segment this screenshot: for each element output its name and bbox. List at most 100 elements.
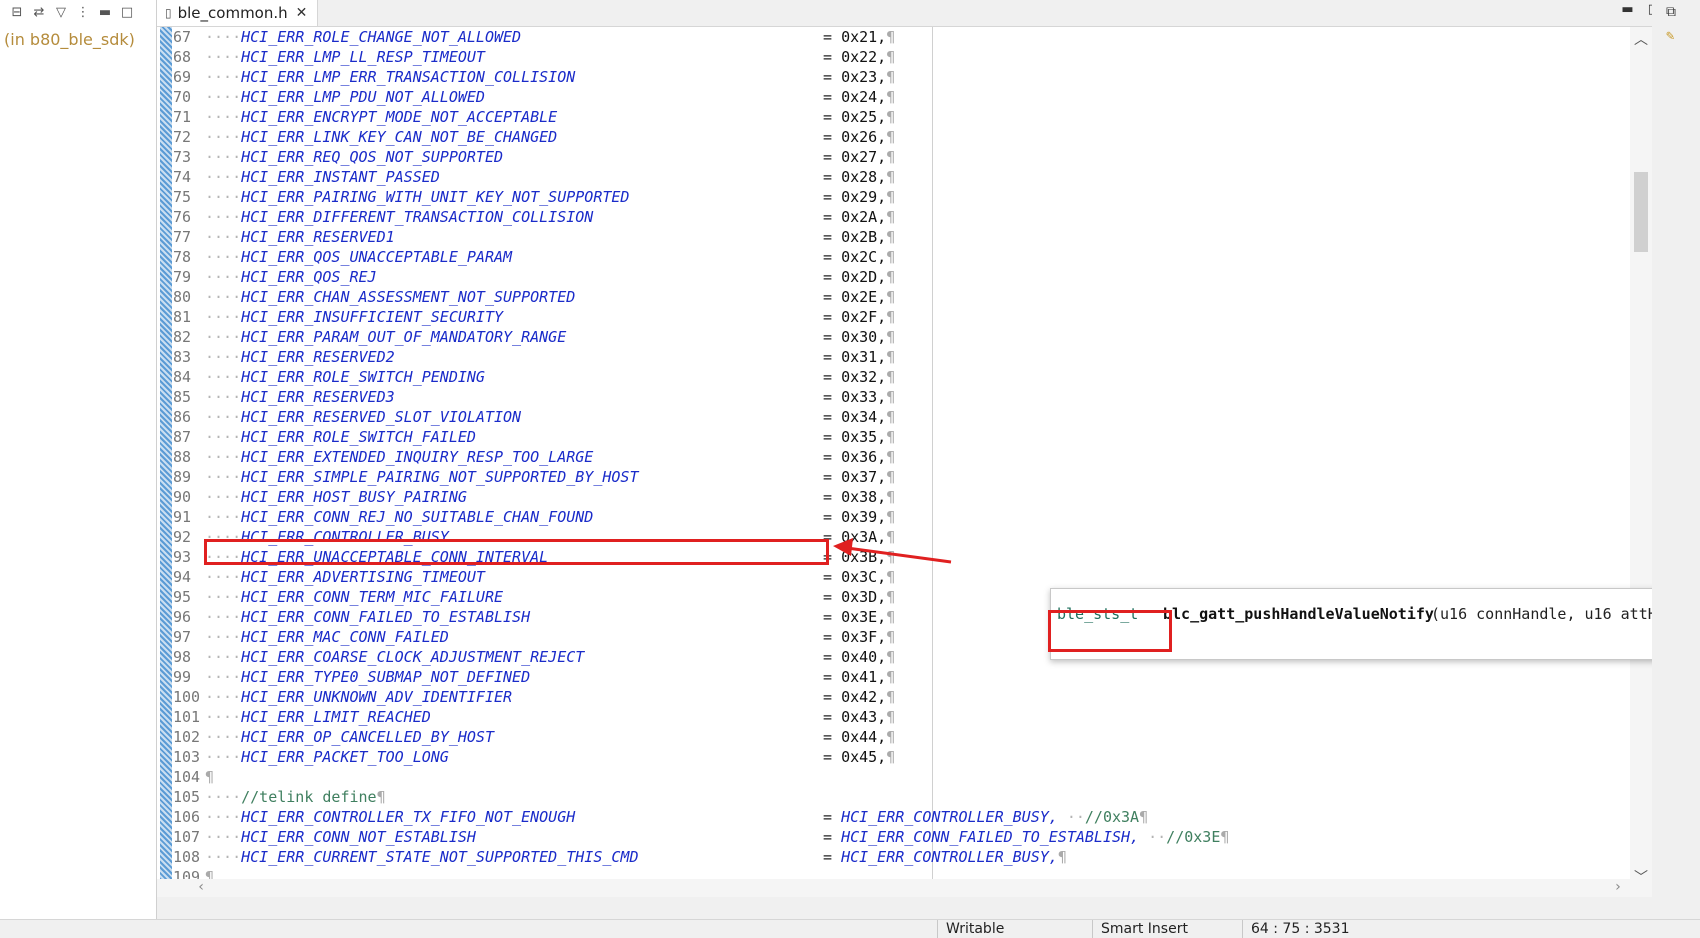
- whitespace-marker: ····: [205, 828, 242, 846]
- line-number: 82: [173, 328, 192, 346]
- whitespace-marker: ····: [205, 388, 242, 406]
- enum-assignment: = 0x41,¶: [823, 668, 896, 686]
- pilcrow-marker: ¶: [886, 368, 896, 386]
- whitespace-marker: ····: [205, 288, 242, 306]
- whitespace-marker: ····: [205, 688, 242, 706]
- code-comment: //0x3E: [1166, 828, 1221, 846]
- tab-ble-common[interactable]: ▯ ble_common.h ✕: [157, 0, 318, 26]
- code-line: 103 ····HCI_ERR_PACKET_TOO_LONG = 0x45,¶: [173, 747, 895, 767]
- pilcrow-marker: ¶: [1057, 848, 1067, 866]
- line-number: 104: [173, 768, 201, 786]
- enum-identifier: HCI_ERR_CURRENT_STATE_NOT_SUPPORTED_THIS…: [241, 848, 639, 866]
- whitespace-marker: ····: [205, 208, 242, 226]
- code-line: 85 ····HCI_ERR_RESERVED3 = 0x33,¶: [173, 387, 895, 407]
- minimize-icon[interactable]: ▬: [1621, 2, 1633, 17]
- enum-assignment: = 0x2F,¶: [823, 308, 896, 326]
- code-line: 71 ····HCI_ERR_ENCRYPT_MODE_NOT_ACCEPTABL…: [173, 107, 895, 127]
- enum-value: 0x2C,: [841, 248, 887, 266]
- line-number: 99: [173, 668, 192, 686]
- enum-assignment: = 0x40,¶: [823, 648, 896, 666]
- enum-identifier: HCI_ERR_SIMPLE_PAIRING_NOT_SUPPORTED_BY_…: [241, 468, 639, 486]
- code-line: 106 ····HCI_ERR_CONTROLLER_TX_FIFO_NOT_EN…: [173, 807, 1148, 827]
- maximize-icon[interactable]: □: [118, 5, 136, 20]
- whitespace-marker: ····: [205, 488, 242, 506]
- enum-identifier: HCI_ERR_LMP_ERR_TRANSACTION_COLLISION: [241, 68, 576, 86]
- code-line: 75 ····HCI_ERR_PAIRING_WITH_UNIT_KEY_NOT_…: [173, 187, 895, 207]
- enum-assignment: = 0x31,¶: [823, 348, 896, 366]
- line-number: 74: [173, 168, 192, 186]
- link-editor-icon[interactable]: ⇄: [30, 5, 48, 20]
- code-line: 88 ····HCI_ERR_EXTENDED_INQUIRY_RESP_TOO_…: [173, 447, 895, 467]
- scroll-left-icon[interactable]: ‹: [197, 879, 205, 895]
- whitespace-marker: ····: [205, 448, 242, 466]
- enum-value: 0x2E,: [841, 288, 887, 306]
- close-icon[interactable]: ✕: [296, 5, 308, 21]
- minimize-icon[interactable]: ▬: [96, 5, 114, 20]
- enum-value: 0x45,: [841, 748, 887, 766]
- line-number: 108: [173, 848, 201, 866]
- line-number: 84: [173, 368, 192, 386]
- line-number: 76: [173, 208, 192, 226]
- pin-icon[interactable]: ✎: [1666, 28, 1674, 44]
- enum-identifier: HCI_ERR_LMP_LL_RESP_TIMEOUT: [241, 48, 485, 66]
- enum-assignment: = 0x38,¶: [823, 488, 896, 506]
- enum-value: 0x23,: [841, 68, 887, 86]
- pilcrow-marker: ¶: [886, 48, 896, 66]
- code-line: 108 ····HCI_ERR_CURRENT_STATE_NOT_SUPPORT…: [173, 847, 1067, 867]
- enum-value: 0x30,: [841, 328, 887, 346]
- whitespace-marker: ····: [205, 788, 242, 806]
- enum-value: 0x42,: [841, 688, 887, 706]
- restore-icon[interactable]: ⧉: [1666, 4, 1676, 20]
- popup-function-name: blc_gatt_pushHandleValueNotify: [1163, 605, 1434, 623]
- line-number: 78: [173, 248, 192, 266]
- enum-assignment: = 0x42,¶: [823, 688, 896, 706]
- line-number: 94: [173, 568, 192, 586]
- view-menu-icon[interactable]: ⋮: [74, 5, 92, 20]
- whitespace-marker: ····: [205, 48, 242, 66]
- line-number: 90: [173, 488, 192, 506]
- line-number: 67: [173, 28, 192, 46]
- code-editor[interactable]: 67 ····HCI_ERR_ROLE_CHANGE_NOT_ALLOWED = 0…: [157, 27, 1652, 897]
- enum-assignment: = 0x27,¶: [823, 148, 896, 166]
- enum-value: 0x24,: [841, 88, 887, 106]
- code-line: 73 ····HCI_ERR_REQ_QOS_NOT_SUPPORTED = 0x2…: [173, 147, 895, 167]
- enum-identifier: HCI_ERR_CONN_TERM_MIC_FAILURE: [241, 588, 504, 606]
- enum-assignment: = 0x23,¶: [823, 68, 896, 86]
- vertical-scroll-thumb[interactable]: [1634, 172, 1648, 252]
- enum-identifier: HCI_ERR_LIMIT_REACHED: [241, 708, 431, 726]
- project-label[interactable]: (in b80_ble_sdk): [0, 24, 156, 55]
- filter-icon[interactable]: ▽: [52, 5, 70, 20]
- enum-identifier: HCI_ERR_CHAN_ASSESSMENT_NOT_SUPPORTED: [241, 288, 576, 306]
- collapse-all-icon[interactable]: ⊟: [8, 5, 26, 20]
- enum-reference: HCI_ERR_CONN_FAILED_TO_ESTABLISH,: [841, 828, 1140, 846]
- line-number: 107: [173, 828, 201, 846]
- scroll-right-icon[interactable]: ›: [1614, 879, 1622, 895]
- enum-assignment: = 0x43,¶: [823, 708, 896, 726]
- enum-assignment: = 0x2D,¶: [823, 268, 896, 286]
- pilcrow-marker: ¶: [886, 608, 896, 626]
- pilcrow-marker: ¶: [886, 168, 896, 186]
- vertical-scrollbar[interactable]: ︿ ﹀: [1630, 27, 1652, 897]
- enum-value: 0x27,: [841, 148, 887, 166]
- enum-assignment: = 0x2B,¶: [823, 228, 896, 246]
- pilcrow-marker: ¶: [376, 788, 386, 806]
- pilcrow-marker: ¶: [886, 488, 896, 506]
- header-file-icon: ▯: [165, 6, 172, 20]
- scroll-up-icon[interactable]: ︿: [1634, 29, 1648, 49]
- pilcrow-marker: ¶: [886, 268, 896, 286]
- line-number: 81: [173, 308, 192, 326]
- code-line: 101 ····HCI_ERR_LIMIT_REACHED = 0x43,¶: [173, 707, 895, 727]
- pilcrow-marker: ¶: [886, 348, 896, 366]
- pilcrow-marker: ¶: [886, 208, 896, 226]
- enum-identifier: HCI_ERR_MAC_CONN_FAILED: [241, 628, 449, 646]
- code-line: 69 ····HCI_ERR_LMP_ERR_TRANSACTION_COLLIS…: [173, 67, 895, 87]
- enum-identifier: HCI_ERR_PAIRING_WITH_UNIT_KEY_NOT_SUPPOR…: [241, 188, 630, 206]
- whitespace-marker: ····: [205, 168, 242, 186]
- enum-value: 0x33,: [841, 388, 887, 406]
- enum-assignment: = HCI_ERR_CONN_FAILED_TO_ESTABLISH, ··//…: [823, 828, 1230, 846]
- status-writable: Writable: [937, 920, 1086, 938]
- enum-value: 0x31,: [841, 348, 887, 366]
- horizontal-scrollbar[interactable]: ‹ ›: [157, 879, 1652, 897]
- enum-identifier: HCI_ERR_RESERVED_SLOT_VIOLATION: [241, 408, 522, 426]
- line-number: 91: [173, 508, 192, 526]
